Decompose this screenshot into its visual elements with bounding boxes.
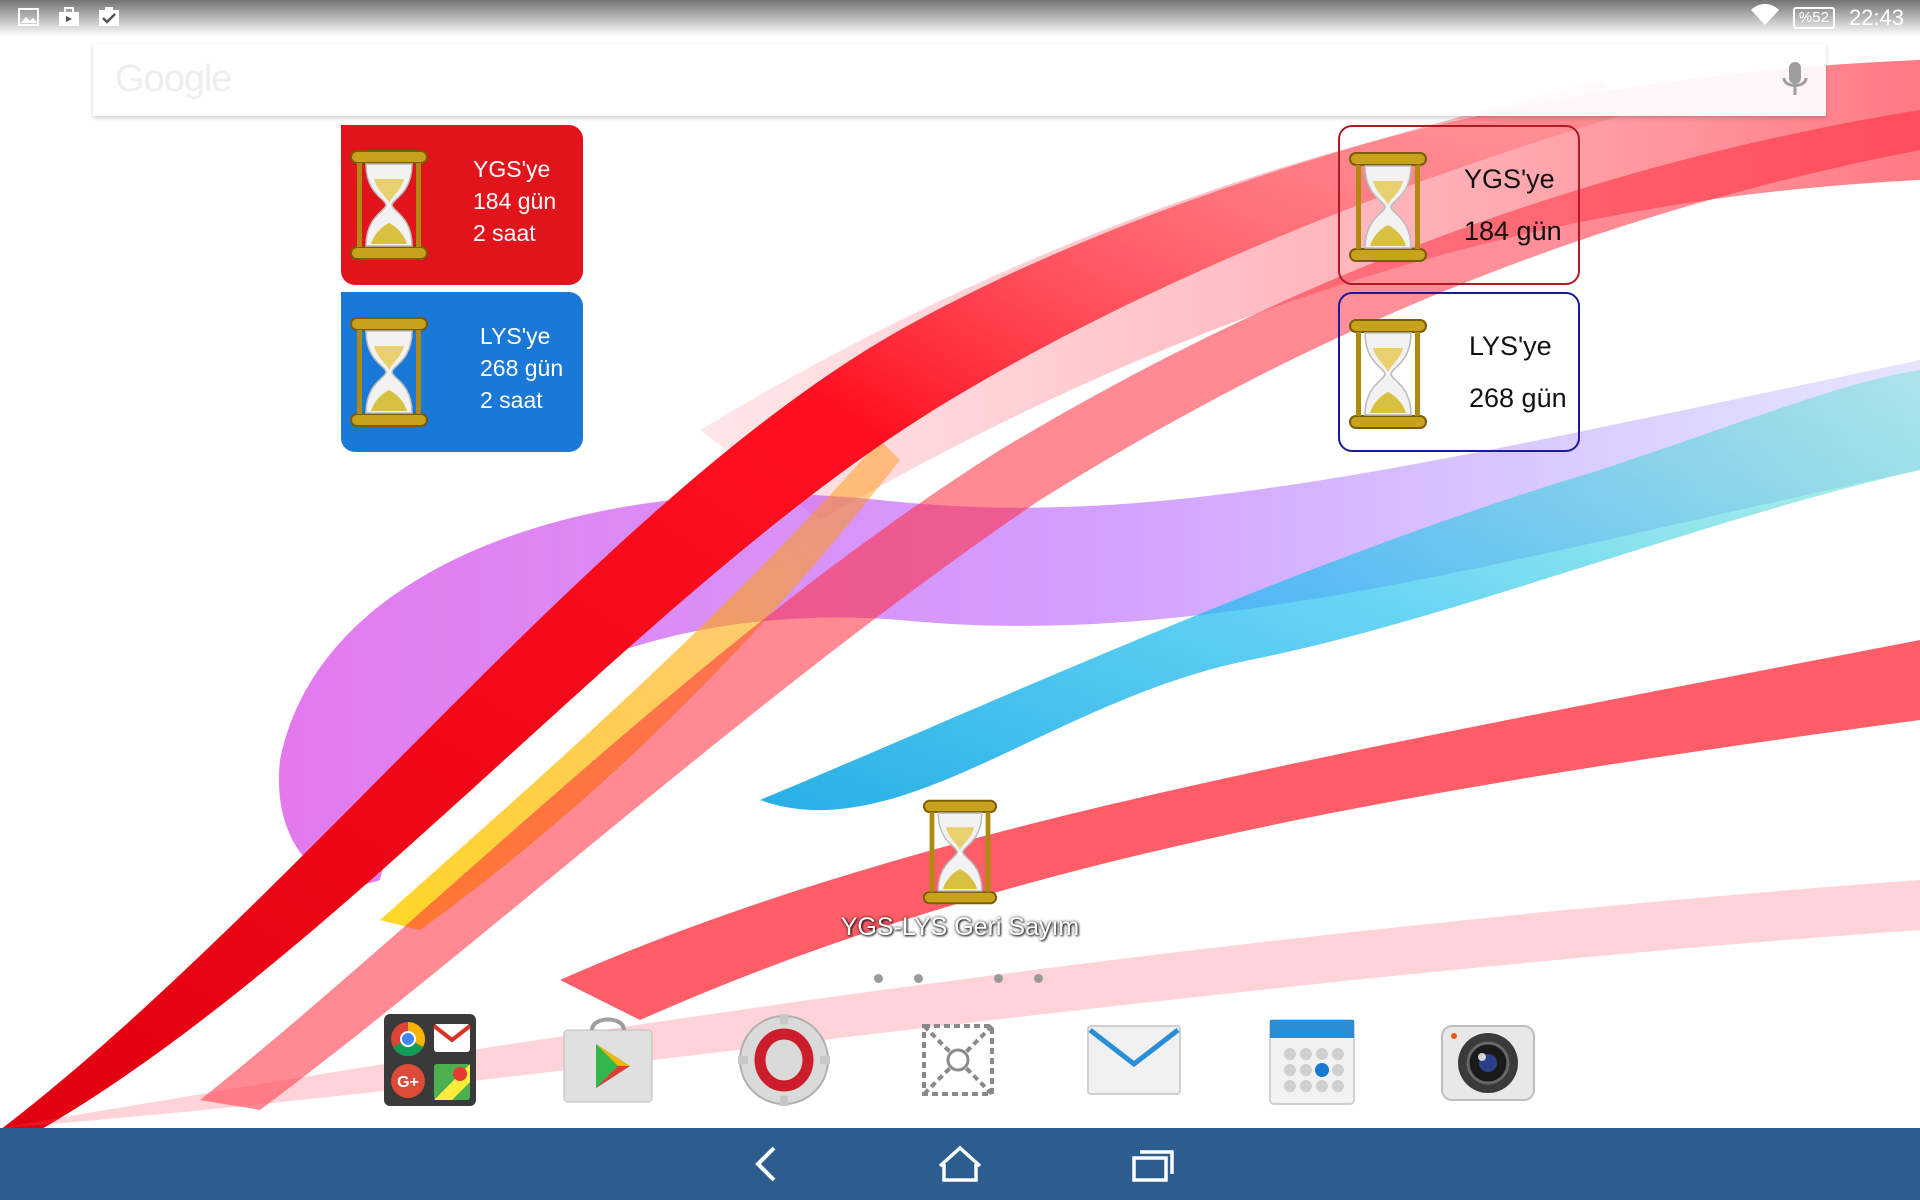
widget-days: 184 gün	[473, 188, 557, 214]
status-bar: %52 22:43	[0, 0, 1920, 36]
ygs-countdown-widget[interactable]: YGS'ye 184 gün 2 saat	[341, 125, 583, 285]
recents-icon[interactable]	[1128, 1144, 1176, 1184]
clock: 22:43	[1848, 5, 1904, 30]
email-icon[interactable]	[1086, 1012, 1182, 1108]
wifi-icon	[1750, 4, 1779, 32]
task-check-icon	[98, 7, 120, 27]
hourglass-icon	[1348, 151, 1428, 263]
google-search-bar[interactable]: Google	[93, 44, 1826, 116]
connect-icon[interactable]	[910, 1012, 1006, 1108]
app-shortcut-label[interactable]: YGS-LYS Geri Sayım	[820, 913, 1100, 942]
widget-title: YGS'ye	[1464, 164, 1555, 194]
google-apps-folder-icon[interactable]: G+	[382, 1012, 478, 1108]
lys-countdown-widget-outline[interactable]: LYS'ye 268 gün	[1338, 292, 1580, 452]
lys-countdown-widget[interactable]: LYS'ye 268 gün 2 saat	[341, 292, 583, 452]
microphone-icon[interactable]	[1778, 60, 1812, 100]
ygs-countdown-widget-outline[interactable]: YGS'ye 184 gün	[1338, 125, 1580, 285]
svg-text:G+: G+	[397, 1074, 419, 1091]
widget-title: LYS'ye	[1469, 331, 1552, 361]
shopping-bag-icon	[58, 7, 80, 27]
navigation-bar	[0, 1128, 1920, 1200]
hourglass-icon	[349, 316, 429, 428]
camera-icon[interactable]	[1440, 1012, 1536, 1108]
image-icon	[18, 7, 40, 27]
opera-icon[interactable]	[736, 1012, 832, 1108]
page-indicator	[870, 974, 1050, 984]
google-logo: Google	[115, 58, 233, 100]
play-store-icon[interactable]	[560, 1012, 656, 1108]
widget-days: 268 gün	[1469, 383, 1567, 413]
home-icon[interactable]	[936, 1144, 984, 1184]
battery-indicator: %52	[1792, 7, 1835, 29]
notification-icons	[18, 7, 120, 27]
hourglass-icon	[349, 149, 429, 261]
calendar-icon[interactable]	[1264, 1012, 1360, 1108]
back-icon[interactable]	[744, 1144, 792, 1184]
widget-hours: 2 saat	[480, 387, 543, 413]
widget-title: YGS'ye	[473, 156, 551, 182]
widget-days: 268 gün	[480, 355, 564, 381]
widget-title: LYS'ye	[480, 323, 551, 349]
widget-days: 184 gün	[1464, 216, 1562, 246]
hourglass-icon[interactable]	[922, 796, 998, 908]
hourglass-icon	[1348, 318, 1428, 430]
widget-hours: 2 saat	[473, 220, 536, 246]
